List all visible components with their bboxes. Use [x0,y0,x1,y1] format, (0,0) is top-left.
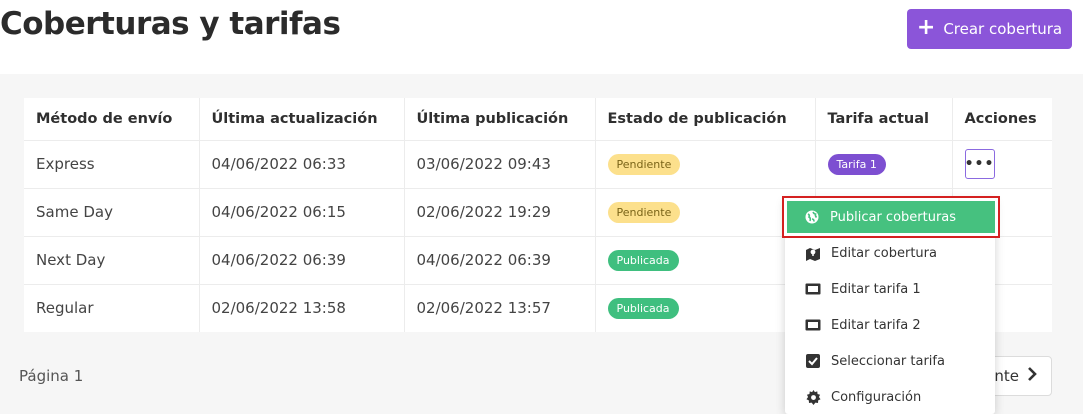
col-header-actions: Acciones [952,98,1052,141]
map-edit-icon [805,245,821,261]
cell-method: Same Day [24,188,200,237]
page-title: Coberturas y tarifas [0,6,341,42]
menu-item-edit-coverage[interactable]: Editar cobertura [785,235,995,271]
cell-status: Pendiente [595,140,816,189]
menu-item-label: Publicar coberturas [830,209,957,225]
menu-item-edit-tariff-1[interactable]: Editar tarifa 1 [785,271,995,307]
ticket-icon [805,281,821,297]
cell-method: Regular [24,284,200,332]
menu-item-label: Editar tarifa 1 [831,281,921,297]
cell-status: Publicada [595,236,816,285]
table-row: Express 04/06/2022 06:33 03/06/2022 09:4… [24,140,1052,189]
page-header: Coberturas y tarifas + Crear cobertura [0,0,1083,74]
cell-published: 02/06/2022 19:29 [404,188,596,237]
create-coverage-button[interactable]: + Crear cobertura [907,9,1072,49]
cell-tariff: Tarifa 1 [815,140,953,189]
table-header-row: Método de envío Última actualización Últ… [24,98,1052,141]
pagination-label: Página 1 [19,367,84,385]
cell-published: 03/06/2022 09:43 [404,140,596,189]
col-header-updated: Última actualización [199,98,405,141]
cell-method: Express [24,140,200,189]
cell-published: 02/06/2022 13:57 [404,284,596,332]
menu-item-edit-tariff-2[interactable]: Editar tarifa 2 [785,307,995,343]
menu-item-label: Editar cobertura [831,245,937,261]
menu-item-label: Seleccionar tarifa [831,353,945,369]
status-badge: Pendiente [607,153,681,175]
globe-icon [804,209,820,225]
cell-status: Pendiente [595,188,816,237]
status-badge: Publicada [607,297,679,319]
tariff-badge: Tarifa 1 [827,153,886,175]
more-actions-button[interactable]: ••• [964,149,995,179]
plus-icon: + [916,15,936,40]
chevron-right-icon [1027,367,1037,385]
menu-item-configuration[interactable]: Configuración [785,379,995,414]
cell-published: 04/06/2022 06:39 [404,236,596,285]
cell-status: Publicada [595,284,816,332]
actions-dropdown-menu: Publicar coberturas Editar cobertura Edi… [782,196,1000,414]
create-coverage-label: Crear cobertura [943,20,1063,38]
status-badge: Pendiente [607,201,681,223]
checkbox-icon [805,353,821,369]
cell-updated: 04/06/2022 06:39 [199,236,405,285]
gear-icon [805,389,821,405]
menu-item-label: Configuración [831,389,922,405]
cell-method: Next Day [24,236,200,285]
status-badge: Publicada [607,249,679,271]
menu-item-publish-coverages[interactable]: Publicar coberturas [782,196,1000,238]
menu-item-select-tariff[interactable]: Seleccionar tarifa [785,343,995,379]
cell-updated: 04/06/2022 06:33 [199,140,405,189]
cell-updated: 04/06/2022 06:15 [199,188,405,237]
col-header-published: Última publicación [404,98,596,141]
col-header-method: Método de envío [24,98,200,141]
cell-actions: ••• [952,140,1052,189]
next-page-label: nte [994,367,1019,385]
cell-updated: 02/06/2022 13:58 [199,284,405,332]
col-header-tariff: Tarifa actual [815,98,953,141]
menu-item-label: Editar tarifa 2 [831,317,921,333]
col-header-status: Estado de publicación [595,98,816,141]
ticket-icon [805,317,821,333]
